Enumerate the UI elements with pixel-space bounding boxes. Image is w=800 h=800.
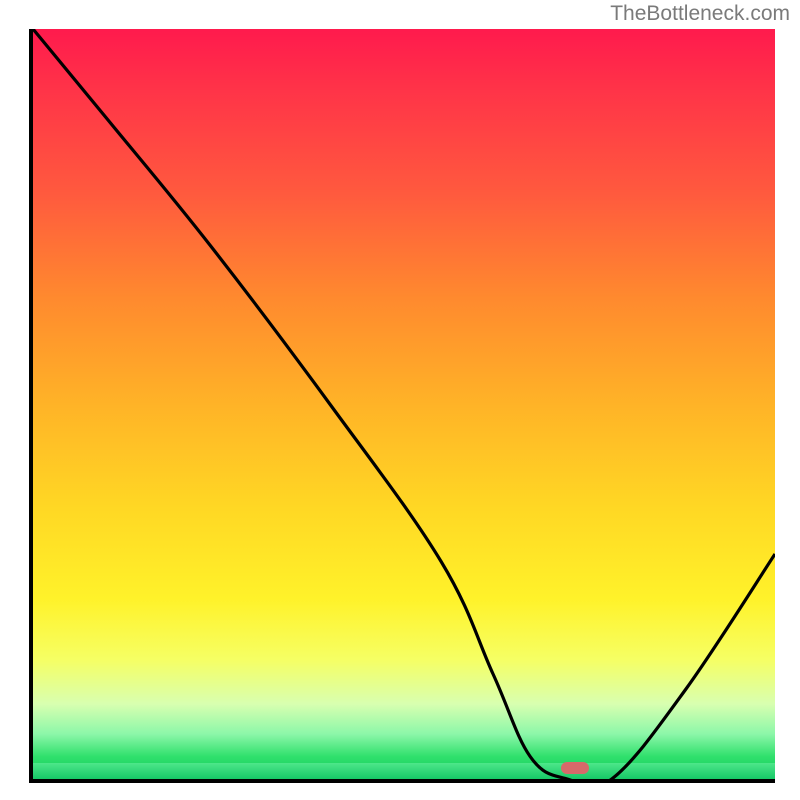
watermark-text: TheBottleneck.com — [610, 2, 790, 26]
chart-curve-svg — [33, 29, 775, 779]
chart-curve-path — [33, 29, 775, 779]
optimum-marker — [561, 762, 589, 774]
chart-axes — [29, 29, 775, 783]
